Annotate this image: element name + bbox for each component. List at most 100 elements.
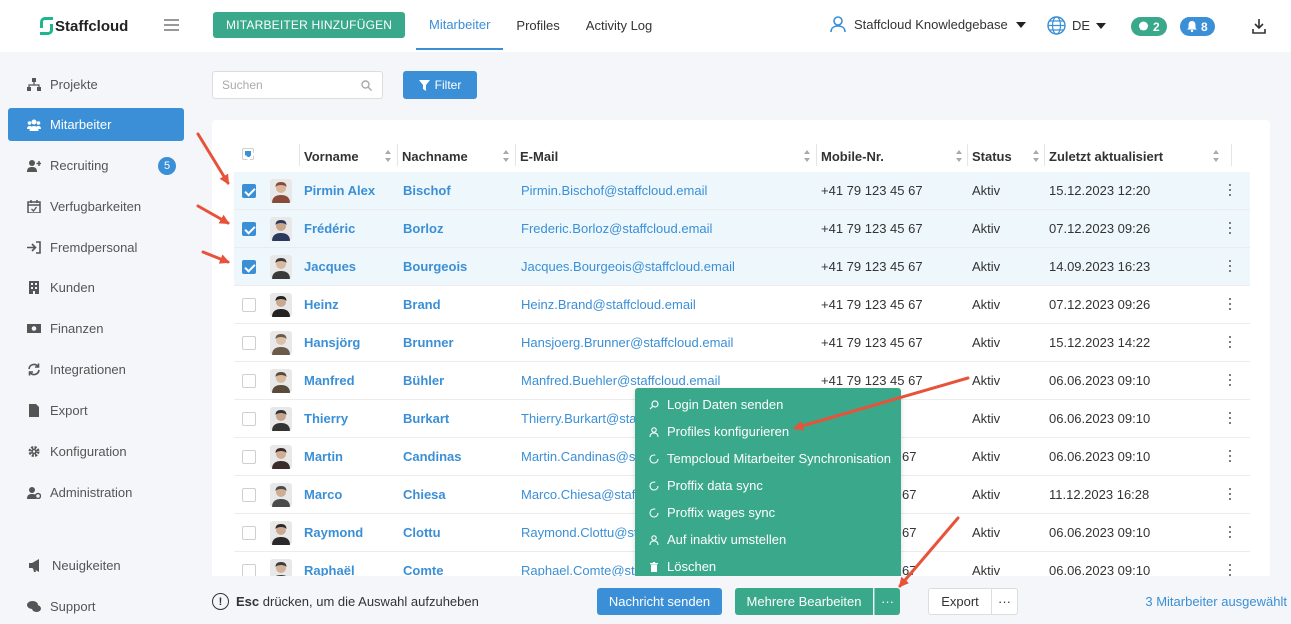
tab-profiles[interactable]: Profiles xyxy=(503,0,572,50)
cell-first-name[interactable]: Frédéric xyxy=(304,221,355,236)
cell-email[interactable]: Pirmin.Bischof@staffcloud.email xyxy=(521,183,707,198)
cell-first-name[interactable]: Marco xyxy=(304,487,342,502)
cell-first-name[interactable]: Heinz xyxy=(304,297,339,312)
row-checkbox[interactable] xyxy=(242,298,256,312)
notifications-badge[interactable]: 8 xyxy=(1180,17,1215,36)
cell-email[interactable]: Frederic.Borloz@staffcloud.email xyxy=(521,221,712,236)
menu-item-proffix-data-sync[interactable]: Proffix data sync xyxy=(635,472,901,499)
menu-item-profiles-konfigurieren[interactable]: Profiles konfigurieren xyxy=(635,418,901,445)
cell-last-name[interactable]: Clottu xyxy=(403,525,441,540)
bulk-edit-button[interactable]: Mehrere Bearbeiten xyxy=(735,588,873,615)
add-employee-button[interactable]: MITARBEITER HINZUFÜGEN xyxy=(213,12,406,38)
tab-mitarbeiter[interactable]: Mitarbeiter xyxy=(416,0,504,50)
cell-first-name[interactable]: Martin xyxy=(304,449,343,464)
cell-first-name[interactable]: Pirmin Alex xyxy=(304,183,375,198)
table-row[interactable]: Pirmin Alex Bischof Pirmin.Bischof@staffcl… xyxy=(234,172,1250,210)
sidebar-item-mitarbeiter[interactable]: Mitarbeiter xyxy=(8,108,184,141)
sidebar-item-integrationen[interactable]: Integrationen xyxy=(8,353,184,386)
cell-last-name[interactable]: Bühler xyxy=(403,373,444,388)
row-actions-icon[interactable] xyxy=(1228,526,1232,540)
export-button[interactable]: Export xyxy=(928,588,992,615)
cell-email[interactable]: Heinz.Brand@staffcloud.email xyxy=(521,297,696,312)
column-header-nachname[interactable]: Nachname xyxy=(402,146,514,166)
sidebar-item-export[interactable]: Export xyxy=(8,394,184,427)
cell-last-name[interactable]: Chiesa xyxy=(403,487,446,502)
language-selector[interactable]: DE xyxy=(1047,16,1107,35)
menu-item-auf-inaktiv-umstellen[interactable]: Auf inaktiv umstellen xyxy=(635,526,901,553)
sidebar-item-kunden[interactable]: Kunden xyxy=(8,271,184,304)
cell-email[interactable]: Thierry.Burkart@staf xyxy=(521,411,640,426)
column-header-mobile[interactable]: Mobile-Nr. xyxy=(821,146,967,166)
sidebar-item-konfiguration[interactable]: Konfiguration xyxy=(8,435,184,468)
table-row[interactable]: Jacques Bourgeois Jacques.Bourgeois@staffc… xyxy=(234,248,1250,286)
row-checkbox[interactable] xyxy=(242,184,256,198)
sidebar-item-verfugbarkeiten[interactable]: Verfugbarkeiten xyxy=(8,190,184,223)
menu-item-tempcloud-sync[interactable]: Tempcloud Mitarbeiter Synchronisation xyxy=(635,445,901,472)
row-checkbox[interactable] xyxy=(242,374,256,388)
cell-email[interactable]: Raymond.Clottu@sta xyxy=(521,525,645,540)
account-menu[interactable]: Staffcloud Knowledgebase xyxy=(830,16,1026,33)
cell-email[interactable]: Jacques.Bourgeois@staffcloud.email xyxy=(521,259,735,274)
select-all-checkbox[interactable] xyxy=(242,148,254,160)
cell-first-name[interactable]: Raymond xyxy=(304,525,363,540)
export-more-button[interactable]: ··· xyxy=(991,588,1018,615)
column-header-zuletzt-aktualisiert[interactable]: Zuletzt aktualisiert xyxy=(1049,146,1224,166)
column-header-email[interactable]: E-Mail xyxy=(520,146,815,166)
sidebar-item-fremdpersonal[interactable]: Fremdpersonal xyxy=(8,231,184,264)
cell-last-name[interactable]: Burkart xyxy=(403,411,449,426)
row-actions-icon[interactable] xyxy=(1228,260,1232,274)
filter-button[interactable]: Filter xyxy=(403,71,477,99)
sidebar-item-support[interactable]: Support xyxy=(8,590,184,623)
cell-first-name[interactable]: Manfred xyxy=(304,373,355,388)
cell-first-name[interactable]: Thierry xyxy=(304,411,348,426)
row-checkbox[interactable] xyxy=(242,222,256,236)
row-actions-icon[interactable] xyxy=(1228,450,1232,464)
sidebar-item-administration[interactable]: Administration xyxy=(8,476,184,509)
menu-item-proffix-wages-sync[interactable]: Proffix wages sync xyxy=(635,499,901,526)
send-message-button[interactable]: Nachricht senden xyxy=(597,588,722,615)
row-actions-icon[interactable] xyxy=(1228,412,1232,426)
cell-email[interactable]: Martin.Candinas@sta xyxy=(521,449,646,464)
bulk-edit-more-button[interactable]: ··· xyxy=(874,588,900,615)
filter-icon xyxy=(418,79,430,91)
row-checkbox[interactable] xyxy=(242,450,256,464)
row-actions-icon[interactable] xyxy=(1228,488,1232,502)
cell-email[interactable]: Manfred.Buehler@staffcloud.email xyxy=(521,373,720,388)
sidebar-item-recruiting[interactable]: Recruiting 5 xyxy=(8,149,184,182)
cell-first-name[interactable]: Jacques xyxy=(304,259,356,274)
sidebar-item-finanzen[interactable]: Finanzen xyxy=(8,312,184,345)
cell-last-name[interactable]: Brunner xyxy=(403,335,454,350)
row-checkbox[interactable] xyxy=(242,412,256,426)
cell-first-name[interactable]: Hansjörg xyxy=(304,335,360,350)
cell-last-name[interactable]: Brand xyxy=(403,297,441,312)
row-actions-icon[interactable] xyxy=(1228,184,1232,198)
row-actions-icon[interactable] xyxy=(1228,298,1232,312)
cell-email[interactable]: Marco.Chiesa@staffc xyxy=(521,487,645,502)
menu-toggle-icon[interactable] xyxy=(164,19,179,31)
row-checkbox[interactable] xyxy=(242,336,256,350)
search-input[interactable]: Suchen xyxy=(212,71,383,99)
menu-item-login-daten-senden[interactable]: Login Daten senden xyxy=(635,391,901,418)
row-checkbox[interactable] xyxy=(242,260,256,274)
row-actions-icon[interactable] xyxy=(1228,336,1232,350)
tab-activity-log[interactable]: Activity Log xyxy=(573,0,665,50)
column-header-vorname[interactable]: Vorname xyxy=(304,146,396,166)
table-row[interactable]: Hansjörg Brunner Hansjoerg.Brunner@staffcl… xyxy=(234,324,1250,362)
download-icon[interactable] xyxy=(1252,18,1266,34)
cell-last-name[interactable]: Bischof xyxy=(403,183,451,198)
cell-last-name[interactable]: Candinas xyxy=(403,449,462,464)
column-header-status[interactable]: Status xyxy=(972,146,1044,166)
row-checkbox[interactable] xyxy=(242,488,256,502)
cell-email[interactable]: Hansjoerg.Brunner@staffcloud.email xyxy=(521,335,733,350)
row-actions-icon[interactable] xyxy=(1228,222,1232,236)
table-row[interactable]: Frédéric Borloz Frederic.Borloz@staffcloud… xyxy=(234,210,1250,248)
row-actions-icon[interactable] xyxy=(1228,374,1232,388)
app-logo[interactable]: Staffcloud xyxy=(40,17,128,35)
cell-last-name[interactable]: Borloz xyxy=(403,221,443,236)
messages-badge[interactable]: 2 xyxy=(1131,17,1167,36)
table-row[interactable]: Heinz Brand Heinz.Brand@staffcloud.email +4… xyxy=(234,286,1250,324)
sidebar-item-neuigkeiten[interactable]: Neuigkeiten xyxy=(8,549,184,582)
cell-last-name[interactable]: Bourgeois xyxy=(403,259,467,274)
row-checkbox[interactable] xyxy=(242,526,256,540)
sidebar-item-projekte[interactable]: Projekte xyxy=(8,68,184,101)
